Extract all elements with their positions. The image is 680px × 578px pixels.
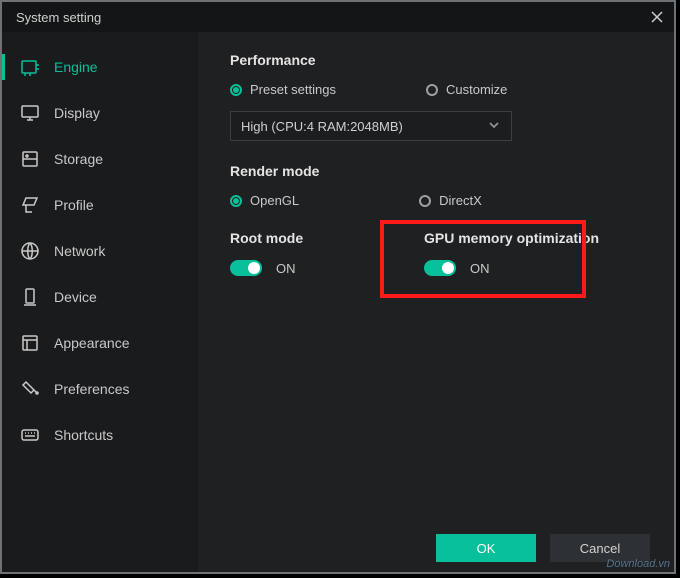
sidebar-item-display[interactable]: Display <box>2 90 198 136</box>
radio-directx[interactable]: DirectX <box>419 193 482 208</box>
sidebar-item-label: Device <box>54 289 97 305</box>
ok-button[interactable]: OK <box>436 534 536 562</box>
storage-icon <box>20 149 40 169</box>
sidebar-item-appearance[interactable]: Appearance <box>2 320 198 366</box>
footer-buttons: OK Cancel <box>436 534 650 562</box>
sidebar-item-label: Preferences <box>54 381 129 397</box>
chevron-down-icon <box>487 118 501 135</box>
sidebar-item-label: Engine <box>54 59 98 75</box>
radio-dot-icon <box>419 195 431 207</box>
root-toggle-row: ON <box>230 260 370 276</box>
display-icon <box>20 103 40 123</box>
window-body: Engine Display Storage Profile <box>2 32 674 572</box>
preferences-icon <box>20 379 40 399</box>
cancel-button[interactable]: Cancel <box>550 534 650 562</box>
sidebar-item-profile[interactable]: Profile <box>2 182 198 228</box>
titlebar: System setting <box>2 2 674 32</box>
performance-radio-row: Preset settings Customize <box>230 82 642 97</box>
radio-opengl[interactable]: OpenGL <box>230 193 299 208</box>
root-mode-title: Root mode <box>230 230 370 246</box>
radio-customize[interactable]: Customize <box>426 82 507 97</box>
render-title: Render mode <box>230 163 642 179</box>
button-label: OK <box>477 541 496 556</box>
engine-icon <box>20 57 40 77</box>
sidebar-item-engine[interactable]: Engine <box>2 44 198 90</box>
button-label: Cancel <box>580 541 620 556</box>
sidebar-item-shortcuts[interactable]: Shortcuts <box>2 412 198 458</box>
sidebar-item-label: Display <box>54 105 100 121</box>
sidebar-item-device[interactable]: Device <box>2 274 198 320</box>
gpu-opt-state: ON <box>470 261 490 276</box>
radio-dot-icon <box>230 195 242 207</box>
radio-dot-icon <box>426 84 438 96</box>
sidebar-item-label: Appearance <box>54 335 130 351</box>
close-icon <box>651 11 663 23</box>
sidebar-item-storage[interactable]: Storage <box>2 136 198 182</box>
preset-select[interactable]: High (CPU:4 RAM:2048MB) <box>230 111 512 141</box>
close-button[interactable] <box>650 10 664 24</box>
radio-label: DirectX <box>439 193 482 208</box>
toggle-knob <box>442 262 454 274</box>
radio-label: OpenGL <box>250 193 299 208</box>
sidebar-item-label: Shortcuts <box>54 427 113 443</box>
select-value: High (CPU:4 RAM:2048MB) <box>241 119 403 134</box>
shortcuts-icon <box>20 425 40 445</box>
root-mode-state: ON <box>276 261 296 276</box>
network-icon <box>20 241 40 261</box>
appearance-icon <box>20 333 40 353</box>
content-panel: Performance Preset settings Customize Hi… <box>198 32 674 572</box>
sidebar-item-label: Profile <box>54 197 94 213</box>
radio-label: Preset settings <box>250 82 336 97</box>
toggle-knob <box>248 262 260 274</box>
radio-label: Customize <box>446 82 507 97</box>
root-mode-toggle[interactable] <box>230 260 262 276</box>
performance-title: Performance <box>230 52 642 68</box>
render-section: Render mode OpenGL DirectX <box>230 163 642 208</box>
window-title: System setting <box>16 10 650 25</box>
sidebar: Engine Display Storage Profile <box>2 32 198 572</box>
gpu-toggle-row: ON <box>424 260 599 276</box>
gpu-opt-title: GPU memory optimization <box>424 230 599 246</box>
root-mode-section: Root mode ON <box>230 230 370 276</box>
device-icon <box>20 287 40 307</box>
gpu-opt-toggle[interactable] <box>424 260 456 276</box>
gpu-opt-section: GPU memory optimization ON <box>424 230 599 276</box>
sidebar-item-preferences[interactable]: Preferences <box>2 366 198 412</box>
profile-icon <box>20 195 40 215</box>
radio-dot-icon <box>230 84 242 96</box>
mode-row: Root mode ON GPU memory optimization <box>230 230 642 276</box>
sidebar-item-network[interactable]: Network <box>2 228 198 274</box>
render-radio-row: OpenGL DirectX <box>230 193 642 208</box>
radio-preset-settings[interactable]: Preset settings <box>230 82 336 97</box>
sidebar-item-label: Network <box>54 243 105 259</box>
sidebar-item-label: Storage <box>54 151 103 167</box>
settings-window: System setting Engine Display <box>0 0 676 574</box>
performance-section: Performance Preset settings Customize Hi… <box>230 52 642 141</box>
